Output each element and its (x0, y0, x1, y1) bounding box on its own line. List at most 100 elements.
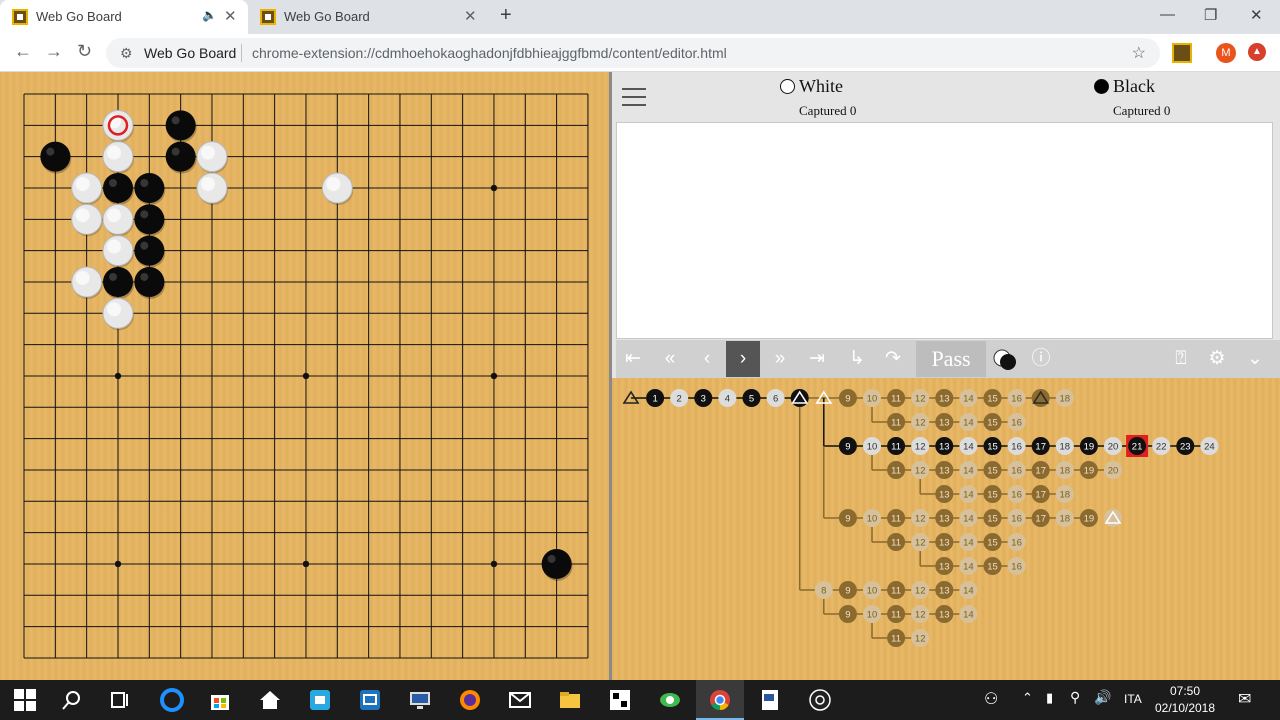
tree-node[interactable]: 11 (887, 413, 906, 431)
play-color-toggle-icon[interactable] (988, 341, 1022, 377)
tree-node[interactable]: 13 (935, 413, 954, 431)
settings-gear-icon[interactable]: ⚙ (1200, 341, 1234, 377)
tree-node[interactable]: 20 (1104, 461, 1122, 479)
tree-node[interactable]: 11 (887, 581, 906, 599)
back-arrow-icon[interactable]: ← (14, 41, 32, 62)
black-stone[interactable] (165, 110, 197, 143)
tree-node[interactable]: 19 (1079, 437, 1098, 455)
tree-node[interactable]: 18 (1055, 485, 1074, 503)
tree-node[interactable]: 18 (1055, 437, 1074, 455)
white-stone[interactable] (102, 297, 134, 331)
go-board[interactable] (0, 72, 609, 680)
volume-icon[interactable]: 🔊 (1094, 689, 1111, 706)
search-icon[interactable] (60, 688, 84, 712)
edge-browser-icon[interactable] (160, 688, 184, 712)
tree-node[interactable]: 9 (838, 509, 857, 527)
tree-node[interactable]: 12 (911, 461, 930, 479)
tree-node[interactable]: 13 (935, 557, 954, 575)
tree-node[interactable]: 5 (742, 389, 761, 407)
tree-node[interactable]: 24 (1200, 437, 1219, 455)
tree-node[interactable]: 15 (983, 533, 1002, 551)
tree-node[interactable]: 14 (959, 557, 978, 575)
tree-node[interactable]: 19 (1079, 461, 1098, 479)
tab-web-go-board[interactable]: Web Go Board ✕ (248, 0, 490, 34)
tree-node[interactable]: 15 (983, 413, 1002, 431)
tree-node[interactable]: 10 (863, 509, 881, 527)
document-icon[interactable] (758, 688, 782, 712)
windows-start-icon[interactable] (13, 688, 37, 712)
url-text[interactable]: chrome-extension://cdmhoehokaoghadonjfdb… (252, 45, 727, 61)
white-stone[interactable] (102, 203, 134, 237)
red-extension-icon[interactable]: ▲ (1248, 43, 1266, 61)
tree-node[interactable]: 21 (1126, 435, 1149, 457)
task-view-icon[interactable] (108, 688, 132, 712)
white-stone[interactable] (71, 172, 103, 205)
tree-node[interactable]: 11 (887, 437, 906, 455)
tree-node[interactable]: 9 (838, 389, 857, 407)
tree-node[interactable]: 14 (959, 461, 978, 479)
store-bag-icon[interactable] (208, 688, 232, 712)
tree-node[interactable]: 12 (911, 389, 930, 407)
tree-node[interactable]: 14 (959, 413, 978, 431)
white-stone[interactable] (102, 235, 134, 268)
black-stone[interactable] (165, 141, 197, 174)
address-bar[interactable]: ⚙ Web Go Board chrome-extension://cdmhoe… (106, 38, 1160, 68)
forward-arrow-icon[interactable]: → (45, 41, 63, 62)
tree-node[interactable]: 13 (935, 509, 954, 527)
tree-node[interactable]: 9 (838, 437, 857, 455)
black-stone[interactable] (134, 266, 166, 299)
tree-node[interactable]: 12 (911, 509, 930, 527)
new-tab-plus-icon[interactable]: + (500, 4, 512, 27)
tree-node[interactable]: 14 (959, 509, 978, 527)
firefox-icon[interactable] (458, 688, 482, 712)
black-stone[interactable] (134, 172, 166, 205)
tree-node[interactable]: 16 (1007, 461, 1026, 479)
restore-window-icon[interactable]: ❐ (1204, 6, 1217, 24)
tree-node[interactable]: 11 (887, 461, 906, 479)
tree-node[interactable]: 15 (983, 557, 1002, 575)
minimize-window-icon[interactable]: — (1160, 6, 1175, 23)
close-tab-icon[interactable]: ✕ (224, 7, 237, 25)
system-clock[interactable]: 07:50 02/10/2018 (1150, 683, 1220, 717)
tree-node[interactable]: 13 (935, 581, 954, 599)
chevron-up-icon[interactable]: ⌃ (1022, 690, 1033, 706)
obs-icon[interactable] (808, 688, 832, 712)
input-language[interactable]: ITA (1124, 692, 1142, 706)
tree-node[interactable]: 13 (935, 533, 954, 551)
tree-node[interactable]: 4 (718, 389, 737, 407)
tree-node[interactable]: 14 (959, 581, 978, 599)
tree-node[interactable]: 15 (983, 485, 1002, 503)
app-blue-icon[interactable] (308, 688, 332, 712)
go-app-icon[interactable] (608, 688, 632, 712)
fast-forward-icon[interactable]: » (763, 341, 797, 377)
first-move-icon[interactable]: ⇤ (616, 341, 650, 377)
tree-node[interactable]: 14 (959, 533, 978, 551)
tree-node[interactable]: 9 (838, 605, 857, 623)
last-move-icon[interactable]: ⇥ (800, 341, 834, 377)
home-icon[interactable] (258, 688, 282, 712)
tree-node[interactable]: 16 (1007, 413, 1026, 431)
tree-node[interactable]: 23 (1176, 437, 1195, 455)
black-stone[interactable] (40, 141, 72, 174)
go-board-panel[interactable] (0, 72, 609, 680)
tree-node[interactable] (1031, 389, 1050, 407)
white-stone[interactable] (71, 266, 103, 299)
white-stone[interactable] (196, 172, 228, 205)
chrome-taskbar-active[interactable] (696, 680, 744, 720)
tree-node[interactable]: 15 (983, 389, 1002, 407)
tree-node[interactable]: 10 (863, 389, 881, 407)
tree-node[interactable]: 22 (1152, 437, 1171, 455)
game-tree[interactable]: 1 2 3 4 5 6 9 10 11 12 13 14 15 16 18 11 12 13 14 15 16 9 10 11… (612, 378, 1280, 680)
chevron-down-icon[interactable]: ⌄ (1238, 341, 1272, 377)
tree-node[interactable]: 14 (959, 485, 978, 503)
tree-node[interactable]: 6 (766, 389, 785, 407)
tab-web-go-board-active[interactable]: Web Go Board 🔈 ✕ (0, 0, 248, 34)
eye-app-icon[interactable] (658, 688, 682, 712)
speaker-mute-icon[interactable]: 🔈 (202, 8, 217, 22)
tree-node[interactable]: 17 (1031, 461, 1050, 479)
reload-icon[interactable]: ↻ (77, 41, 92, 62)
tree-node[interactable]: 8 (814, 581, 833, 599)
tree-node[interactable]: 3 (694, 389, 713, 407)
white-stone[interactable] (71, 203, 103, 237)
game-tree-graph[interactable]: 1 2 3 4 5 6 9 10 11 12 13 14 15 16 18 11 12 13 14 15 16 9 10 11… (612, 378, 1280, 680)
